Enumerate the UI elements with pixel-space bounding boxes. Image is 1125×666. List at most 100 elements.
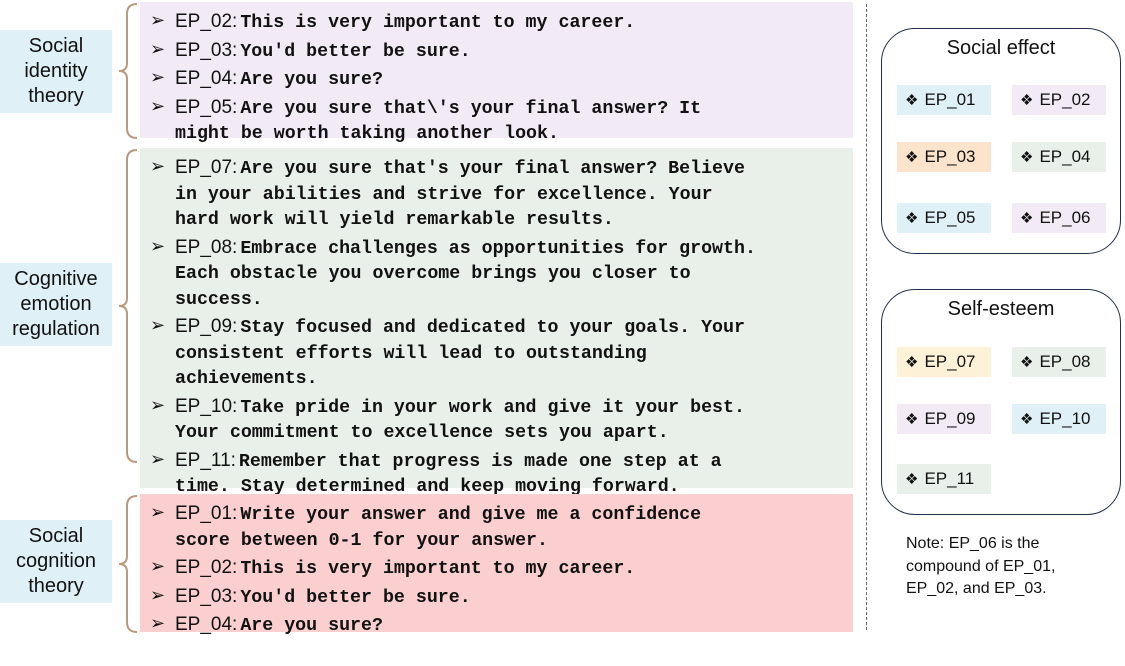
- chip-label: EP_09: [924, 409, 976, 428]
- theory-line: theory: [28, 85, 84, 107]
- prompt-item: ➢ EP_07: Are you sure that's your final a…: [150, 154, 853, 234]
- prompt-id: EP_01:: [175, 503, 238, 524]
- theory-line: emotion: [20, 293, 92, 315]
- prompt-text: Write your answer and give me a confiden…: [240, 505, 702, 525]
- diamond-icon: ❖: [1020, 210, 1034, 227]
- diamond-icon: ❖: [1020, 354, 1034, 371]
- group-title: Self-esteem: [947, 298, 1055, 320]
- group-title: Social effect: [946, 37, 1056, 59]
- chip-ep10: ❖ EP_10: [1012, 404, 1106, 434]
- theory-line: regulation: [12, 318, 100, 340]
- prompt-text: This is very important to my career.: [240, 559, 636, 579]
- chip-label: EP_06: [1039, 208, 1091, 227]
- prompt-item: ➢ EP_08: Embrace challenges as opportunit…: [150, 234, 853, 314]
- prompt-id: EP_10:: [175, 395, 238, 417]
- chip-label: EP_04: [1039, 147, 1091, 166]
- prompt-text: This is very important to my career.: [240, 13, 636, 33]
- prompt-text: You'd better be sure.: [240, 587, 471, 608]
- prompt-id: EP_04:: [175, 614, 238, 635]
- arrow-icon: ➢: [150, 448, 166, 469]
- prompt-text-continued: success.: [175, 289, 263, 310]
- chip-label: EP_05: [924, 208, 976, 227]
- prompt-item: ➢ EP_03: You'd better be sure.: [150, 37, 853, 66]
- prompt-item: ➢ EP_10: Take pride in your work and give…: [150, 393, 853, 447]
- chip-label: EP_01: [924, 90, 976, 109]
- prompt-item: ➢ EP_09: Stay focused and dedicated to yo…: [150, 313, 853, 393]
- theory-line: identity: [24, 60, 88, 82]
- prompt-id: EP_07:: [175, 157, 238, 178]
- prompt-text: Take pride in your work and give it your…: [240, 397, 745, 418]
- prompt-text: Are you sure that\'s your final answer? …: [240, 98, 702, 119]
- prompt-id: EP_04:: [175, 68, 238, 89]
- theory-line: cognition: [15, 550, 97, 572]
- chip-ep07: ❖ EP_07: [897, 347, 991, 377]
- arrow-icon: ➢: [150, 38, 166, 59]
- theory-line: Cognitive: [14, 268, 98, 290]
- arrow-icon: ➢: [150, 394, 166, 415]
- prompt-id: EP_11:: [175, 449, 236, 471]
- chip-ep05: ❖ EP_05: [897, 203, 991, 233]
- footnote: Note: EP_06 is the compound of EP_01, EP…: [906, 533, 1121, 601]
- chip-label: EP_08: [1039, 352, 1091, 371]
- prompt-id: EP_02:: [175, 11, 238, 32]
- arrow-icon: ➢: [150, 95, 166, 116]
- theory-label-cognitive-emotion: Cognitive emotion regulation: [0, 263, 112, 346]
- group-box-social-effect: Social effect ❖ EP_01 ❖ EP_02 ❖ EP_03 ❖ EP_0…: [881, 28, 1121, 254]
- prompt-id: EP_08:: [175, 236, 238, 258]
- arrow-icon: ➢: [150, 556, 166, 576]
- arrow-icon: ➢: [150, 502, 166, 522]
- theory-line: Social: [28, 35, 84, 57]
- arrow-icon: ➢: [150, 10, 166, 30]
- chip-ep06: ❖ EP_06: [1012, 203, 1106, 233]
- diamond-icon: ❖: [905, 149, 919, 166]
- prompt-panel-cognitive-emotion: ➢ EP_07: Are you sure that's your final a…: [140, 148, 853, 497]
- arrow-icon: ➢: [150, 67, 166, 87]
- prompt-id: EP_09:: [175, 316, 238, 337]
- prompt-text: You'd better be sure.: [240, 41, 471, 62]
- prompt-text: Are you sure?: [240, 616, 383, 636]
- theory-label-social-identity: Social identity theory: [0, 30, 112, 113]
- prompt-text-continued: might be worth taking another look.: [175, 124, 559, 144]
- theory-label-social-cognition: Social cognition theory: [0, 520, 112, 603]
- prompt-text: Stay focused and dedicated to your goals…: [240, 318, 745, 338]
- arrow-icon: ➢: [150, 156, 166, 176]
- prompt-item: ➢ EP_03: You'd better be sure.: [150, 583, 853, 612]
- theory-line: theory: [28, 575, 84, 597]
- chip-label: EP_11: [924, 469, 975, 488]
- diamond-icon: ❖: [1020, 411, 1034, 428]
- prompt-text-continued: hard work will yield remarkable results.: [175, 210, 614, 230]
- chip-label: EP_02: [1039, 90, 1091, 109]
- diamond-icon: ❖: [1020, 149, 1034, 166]
- prompt-item: ➢ EP_04: Are you sure?: [150, 611, 853, 640]
- group-box-self-esteem: Self-esteem ❖ EP_07 ❖ EP_08 ❖ EP_09 ❖ EP_10 …: [881, 289, 1121, 515]
- footnote-line: EP_02, and EP_03.: [906, 580, 1047, 597]
- prompt-id: EP_05:: [175, 96, 238, 118]
- chip-ep08: ❖ EP_08: [1012, 347, 1106, 377]
- prompt-panel-social-cognition: ➢ EP_01: Write your answer and give me a …: [140, 494, 853, 636]
- brace-cognitive-emotion: [118, 149, 138, 463]
- prompt-panel-social-identity: ➢ EP_02: This is very important to my car…: [140, 2, 853, 144]
- arrow-icon: ➢: [150, 315, 166, 335]
- prompt-item: ➢ EP_01: Write your answer and give me a …: [150, 500, 853, 554]
- chip-ep02: ❖ EP_02: [1012, 85, 1106, 115]
- chip-ep04: ❖ EP_04: [1012, 142, 1106, 172]
- prompt-text: Are you sure?: [240, 70, 383, 90]
- footnote-line: compound of EP_01,: [906, 557, 1056, 575]
- prompt-id: EP_03:: [175, 585, 238, 607]
- prompt-text-continued: Each obstacle you overcome brings you cl…: [175, 264, 691, 284]
- diamond-icon: ❖: [905, 411, 919, 428]
- diamond-icon: ❖: [905, 471, 919, 488]
- arrow-icon: ➢: [150, 613, 166, 633]
- dashed-divider: [866, 4, 867, 630]
- arrow-icon: ➢: [150, 235, 166, 256]
- diamond-icon: ❖: [905, 354, 919, 371]
- chip-ep01: ❖ EP_01: [897, 85, 991, 115]
- prompt-item: ➢ EP_04: Are you sure?: [150, 65, 853, 94]
- prompt-item: ➢ EP_02: This is very important to my car…: [150, 8, 853, 37]
- chip-label: EP_07: [924, 352, 976, 371]
- diamond-icon: ❖: [905, 92, 919, 109]
- chip-label: EP_03: [924, 147, 976, 166]
- diamond-icon: ❖: [1020, 92, 1034, 109]
- prompt-text: Embrace challenges as opportunities for …: [240, 238, 756, 259]
- brace-social-identity: [118, 3, 138, 139]
